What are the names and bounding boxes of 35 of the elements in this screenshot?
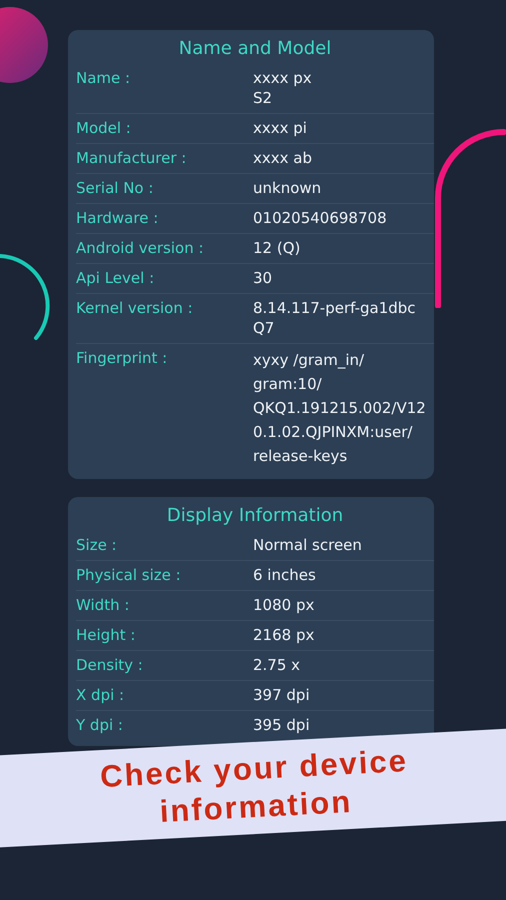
info-value: Normal screen	[253, 535, 362, 555]
info-label: Size :	[76, 535, 118, 555]
info-value: 2168 px	[253, 625, 314, 645]
info-label: Density :	[76, 655, 144, 675]
info-label: Serial No :	[76, 178, 154, 198]
info-value: 12 (Q)	[253, 238, 300, 258]
info-label: Api Level :	[76, 268, 156, 288]
info-value: 397 dpi	[253, 685, 310, 705]
info-label: Name :	[76, 68, 132, 89]
info-label: Width :	[76, 595, 130, 615]
info-label: Manufacturer :	[76, 148, 188, 168]
banner-caption: Check your device information	[99, 742, 410, 831]
info-value: 1080 px	[253, 595, 314, 615]
info-value: xxxx px S2	[253, 68, 312, 108]
info-value: xyxy /gram_in/ gram:10/ QKQ1.191215.002/V12 0.1.02.QJPINXM:user/ release-keys	[253, 350, 426, 467]
info-value: 2.75 x	[253, 655, 300, 675]
info-label: Height :	[76, 625, 136, 645]
info-label: Fingerprint :	[76, 348, 168, 369]
info-label: X dpi :	[76, 685, 126, 705]
info-value: 01020540698708	[253, 208, 387, 228]
info-value: 30	[253, 268, 272, 288]
info-value: xxxx ab	[253, 148, 312, 168]
info-label: Kernel version :	[76, 298, 194, 319]
info-label: Android version :	[76, 238, 205, 258]
card-title: Display Information	[166, 504, 344, 528]
info-value: 395 dpi	[253, 715, 310, 735]
info-value: 8.14.117-perf-ga1dbc Q7	[253, 298, 416, 338]
info-value: unknown	[253, 178, 322, 198]
card-title: Name and Model	[178, 37, 332, 61]
info-value: xxxx pi	[253, 118, 307, 138]
info-label: Hardware :	[76, 208, 160, 228]
info-value: 6 inches	[253, 565, 316, 585]
info-label: Y dpi :	[76, 715, 124, 735]
info-label: Physical size :	[76, 565, 182, 585]
info-label: Model :	[76, 118, 132, 138]
